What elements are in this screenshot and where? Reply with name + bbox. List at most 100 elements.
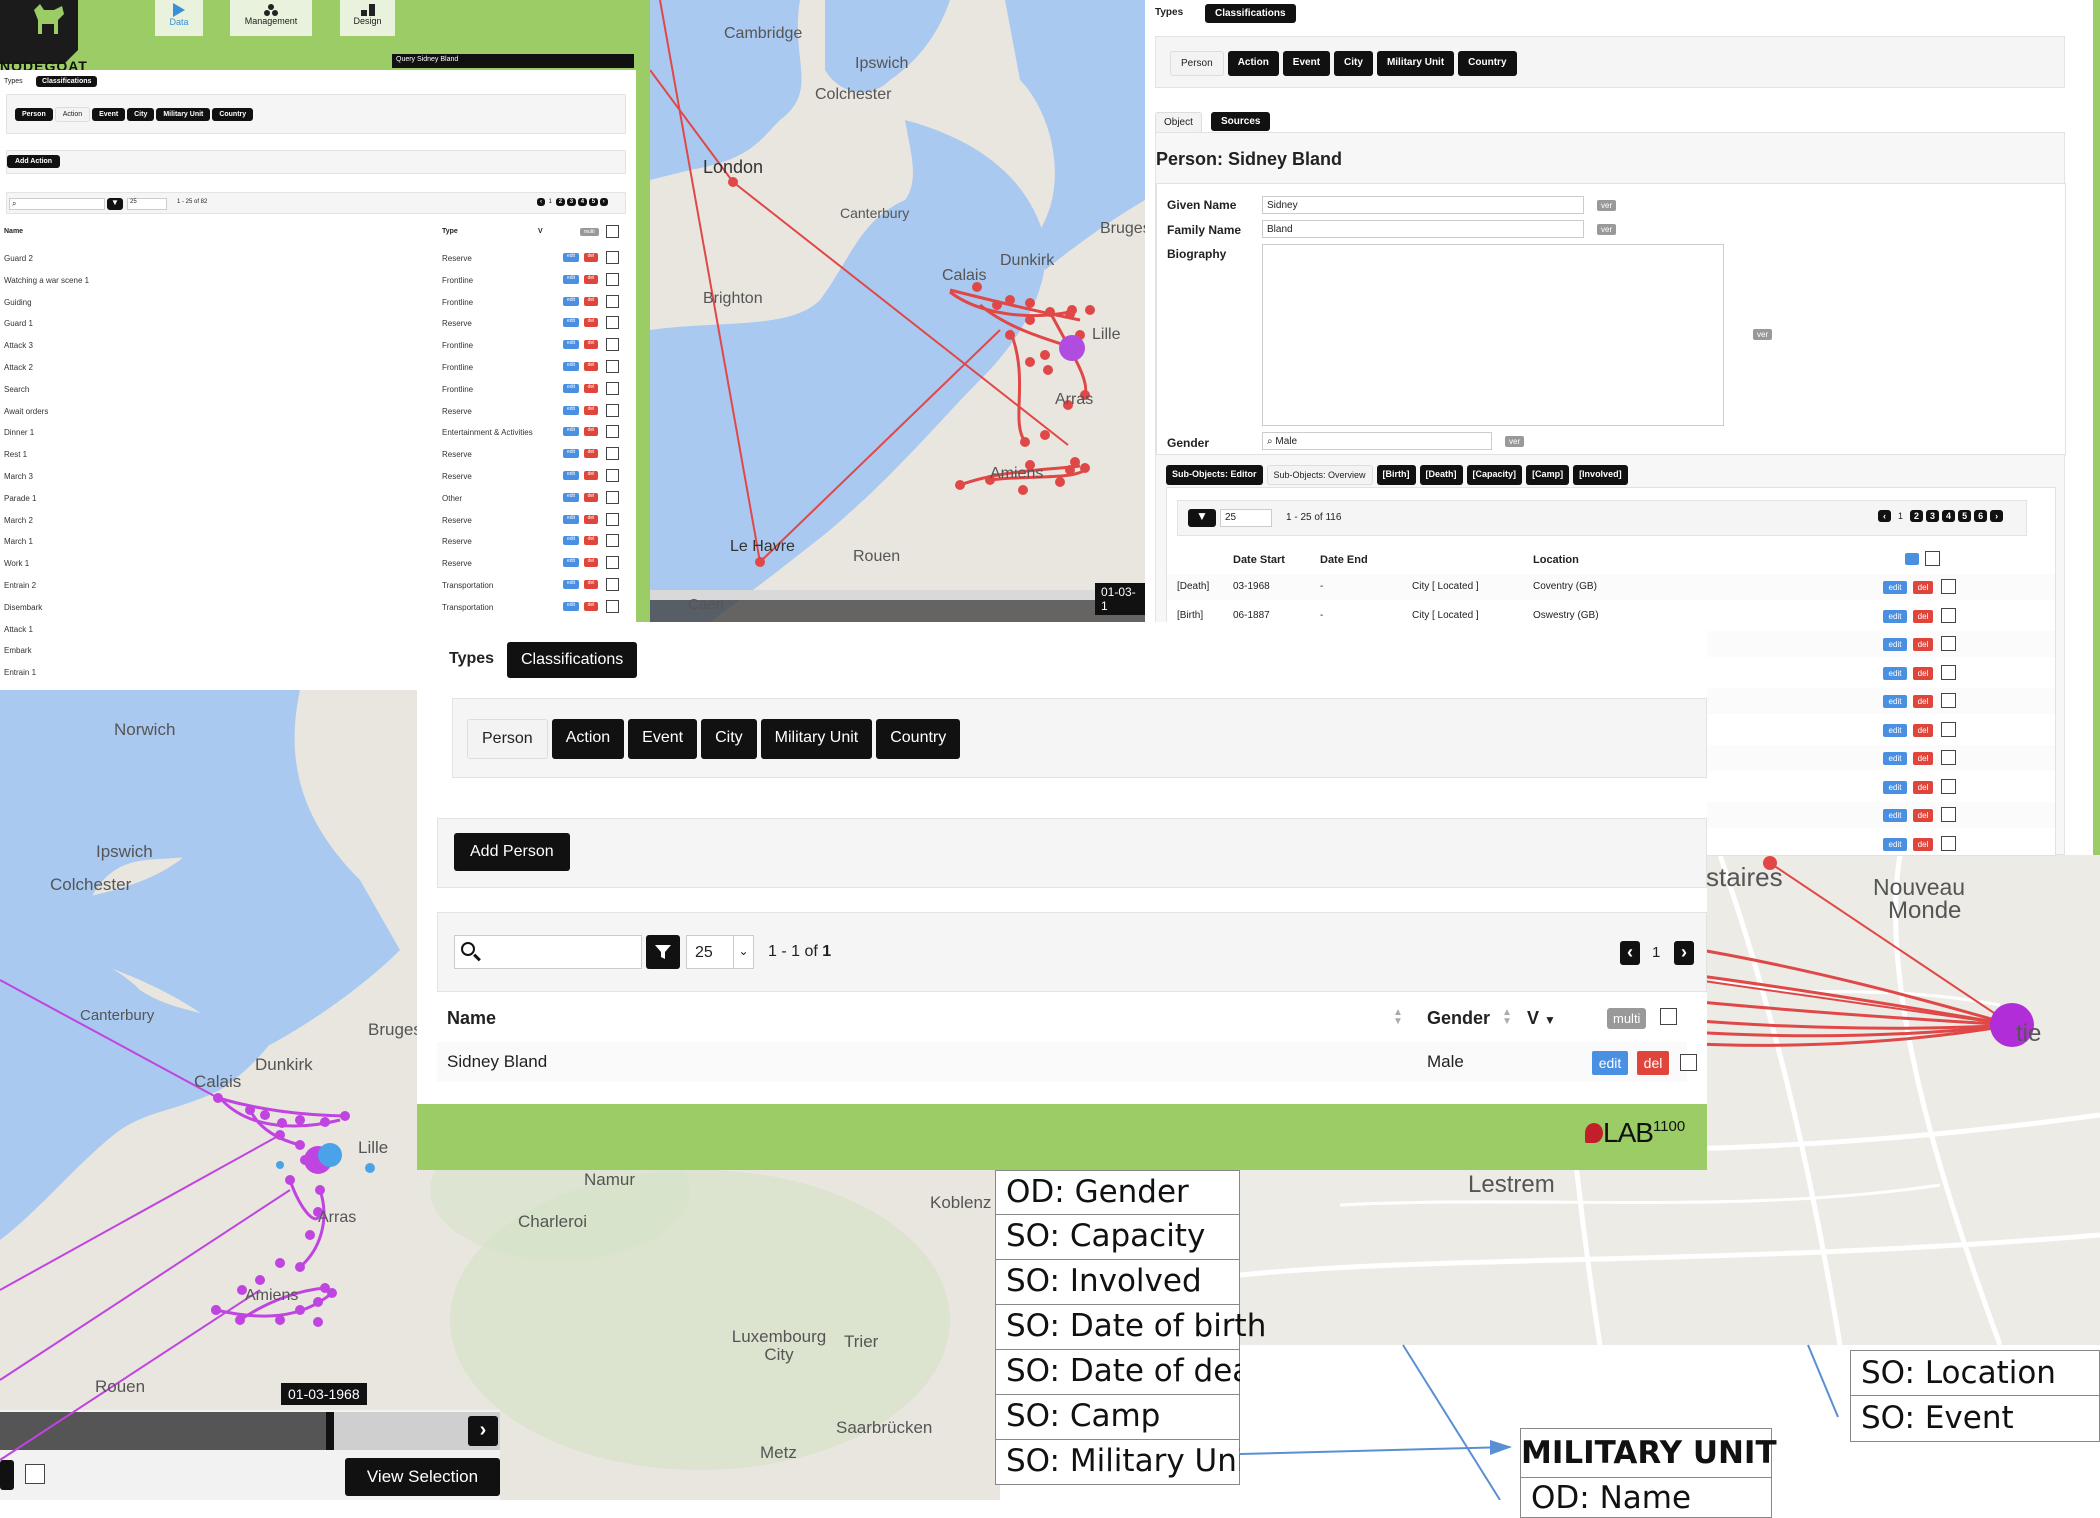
add-person-button[interactable]: Add Person <box>454 833 570 871</box>
tab-subobjects-overview[interactable]: Sub-Objects: Overview <box>1266 465 1373 485</box>
row-checkbox[interactable] <box>606 294 619 308</box>
table-row[interactable]: March 2 Reserve edit del <box>0 510 636 530</box>
route-node[interactable] <box>1005 330 1015 340</box>
page-1[interactable]: 1 <box>1652 944 1660 961</box>
gender-ver-button[interactable]: ver <box>1505 436 1525 447</box>
edit-button[interactable]: edit <box>563 274 579 284</box>
nav-data[interactable]: Data <box>155 0 203 36</box>
row-checkbox[interactable] <box>606 578 619 591</box>
delete-button[interactable]: del <box>1913 695 1933 708</box>
edit-button[interactable]: edit <box>1883 666 1907 680</box>
next-page-button[interactable]: › <box>1674 941 1694 965</box>
delete-button[interactable]: del <box>584 253 598 262</box>
edit-button[interactable]: edit <box>563 296 579 306</box>
route-node[interactable] <box>1067 305 1077 315</box>
type-military-unit[interactable]: Military Unit <box>156 108 211 121</box>
type-country[interactable]: Country <box>1458 51 1517 76</box>
edit-button[interactable]: edit <box>1883 723 1907 737</box>
multi-button[interactable] <box>1905 553 1919 565</box>
column-name[interactable]: Name <box>447 1008 496 1029</box>
nav-design[interactable]: Design <box>340 0 395 36</box>
tab-classifications[interactable]: Classifications <box>1205 4 1296 23</box>
delete-button[interactable]: del <box>584 362 598 371</box>
row-checkbox[interactable] <box>1941 721 1956 737</box>
table-row[interactable]: March 3 Reserve edit del <box>0 466 636 486</box>
type-person[interactable]: Person <box>1170 51 1224 76</box>
timeline-next-button[interactable]: › <box>468 1416 498 1446</box>
route-node[interactable] <box>1040 430 1050 440</box>
delete-button[interactable]: del <box>1913 809 1933 822</box>
route-node[interactable] <box>313 1297 323 1307</box>
row-checkbox[interactable] <box>1941 607 1956 623</box>
search-input[interactable] <box>454 935 642 969</box>
route-node[interactable] <box>755 557 765 567</box>
route-node[interactable] <box>315 1185 325 1195</box>
column-type[interactable]: Type <box>442 228 458 235</box>
table-row[interactable]: Watching a war scene 1 Frontline edit del <box>0 270 636 290</box>
edit-button[interactable]: edit <box>563 558 579 568</box>
select-all-checkbox[interactable] <box>1925 551 1940 566</box>
tab-sources[interactable]: Sources <box>1211 112 1271 131</box>
type-event[interactable]: Event <box>92 108 126 121</box>
row-checkbox[interactable] <box>606 251 619 264</box>
route-node[interactable] <box>1040 350 1050 360</box>
edit-button[interactable]: edit <box>563 383 579 393</box>
edit-button[interactable]: edit <box>1592 1051 1628 1075</box>
delete-button[interactable]: del <box>1913 780 1933 794</box>
delete-button[interactable]: del <box>584 601 598 611</box>
tab-subobjects-editor[interactable]: Sub-Objects: Editor <box>1166 465 1263 485</box>
tab-camp[interactable]: [Camp] <box>1526 465 1570 485</box>
given-name-ver-button[interactable]: ver <box>1597 200 1617 211</box>
delete-button[interactable]: del <box>1913 837 1933 851</box>
delete-button[interactable]: del <box>584 383 598 393</box>
row-checkbox[interactable] <box>606 403 619 417</box>
route-node[interactable] <box>295 1140 305 1150</box>
route-node[interactable] <box>213 1093 223 1103</box>
edit-button[interactable]: edit <box>1883 581 1907 594</box>
next-page-button[interactable]: › <box>599 198 608 206</box>
timeline-handle[interactable] <box>326 1412 334 1450</box>
edit-button[interactable]: edit <box>563 362 579 371</box>
timeline-checkbox[interactable] <box>25 1464 45 1484</box>
edit-button[interactable]: edit <box>563 340 579 350</box>
page-size-select[interactable]: 25 <box>1220 509 1272 527</box>
page-1[interactable]: 1 <box>1894 510 1907 522</box>
edit-button[interactable]: edit <box>563 471 579 480</box>
row-checkbox[interactable] <box>1941 778 1956 794</box>
table-row[interactable]: Search Frontline edit del <box>0 379 636 399</box>
table-row[interactable]: Rest 1 Reserve edit del <box>0 444 636 464</box>
edit-button[interactable]: edit <box>563 318 579 328</box>
table-row[interactable]: Attack 2 Frontline edit del <box>0 357 636 377</box>
select-all-checkbox[interactable] <box>1660 1008 1677 1025</box>
row-checkbox[interactable] <box>606 316 619 330</box>
tab-classifications[interactable]: Classifications <box>507 642 638 678</box>
route-node[interactable] <box>276 1161 284 1169</box>
filter-icon[interactable]: ▼ <box>1188 509 1216 527</box>
edit-button[interactable]: edit <box>563 580 579 589</box>
route-node[interactable] <box>245 1105 255 1115</box>
route-node[interactable] <box>277 1118 287 1128</box>
row-checkbox[interactable] <box>606 599 619 613</box>
route-node[interactable] <box>1070 457 1080 467</box>
edit-button[interactable]: edit <box>563 514 579 524</box>
page-2[interactable]: 2 <box>1910 510 1924 522</box>
delete-button[interactable]: del <box>1913 609 1933 623</box>
route-node[interactable] <box>285 1175 295 1185</box>
route-node[interactable] <box>260 1110 270 1120</box>
delete-button[interactable]: del <box>584 536 598 546</box>
route-node[interactable] <box>1018 485 1028 495</box>
edit-button[interactable]: edit <box>563 405 579 415</box>
route-node[interactable] <box>1025 298 1035 308</box>
route-node[interactable] <box>1080 463 1090 473</box>
delete-button[interactable]: del <box>584 449 598 459</box>
column-v[interactable]: V <box>538 228 543 235</box>
row-checkbox[interactable] <box>1941 693 1956 708</box>
edit-button[interactable]: edit <box>563 492 579 502</box>
route-node[interactable] <box>1025 357 1035 367</box>
row-checkbox[interactable] <box>606 338 619 352</box>
row-checkbox[interactable] <box>606 556 619 570</box>
page-5[interactable]: 5 <box>1958 510 1972 522</box>
route-node[interactable] <box>1059 335 1085 361</box>
edit-button[interactable]: edit <box>1883 752 1907 765</box>
type-city[interactable]: City <box>1334 51 1373 76</box>
